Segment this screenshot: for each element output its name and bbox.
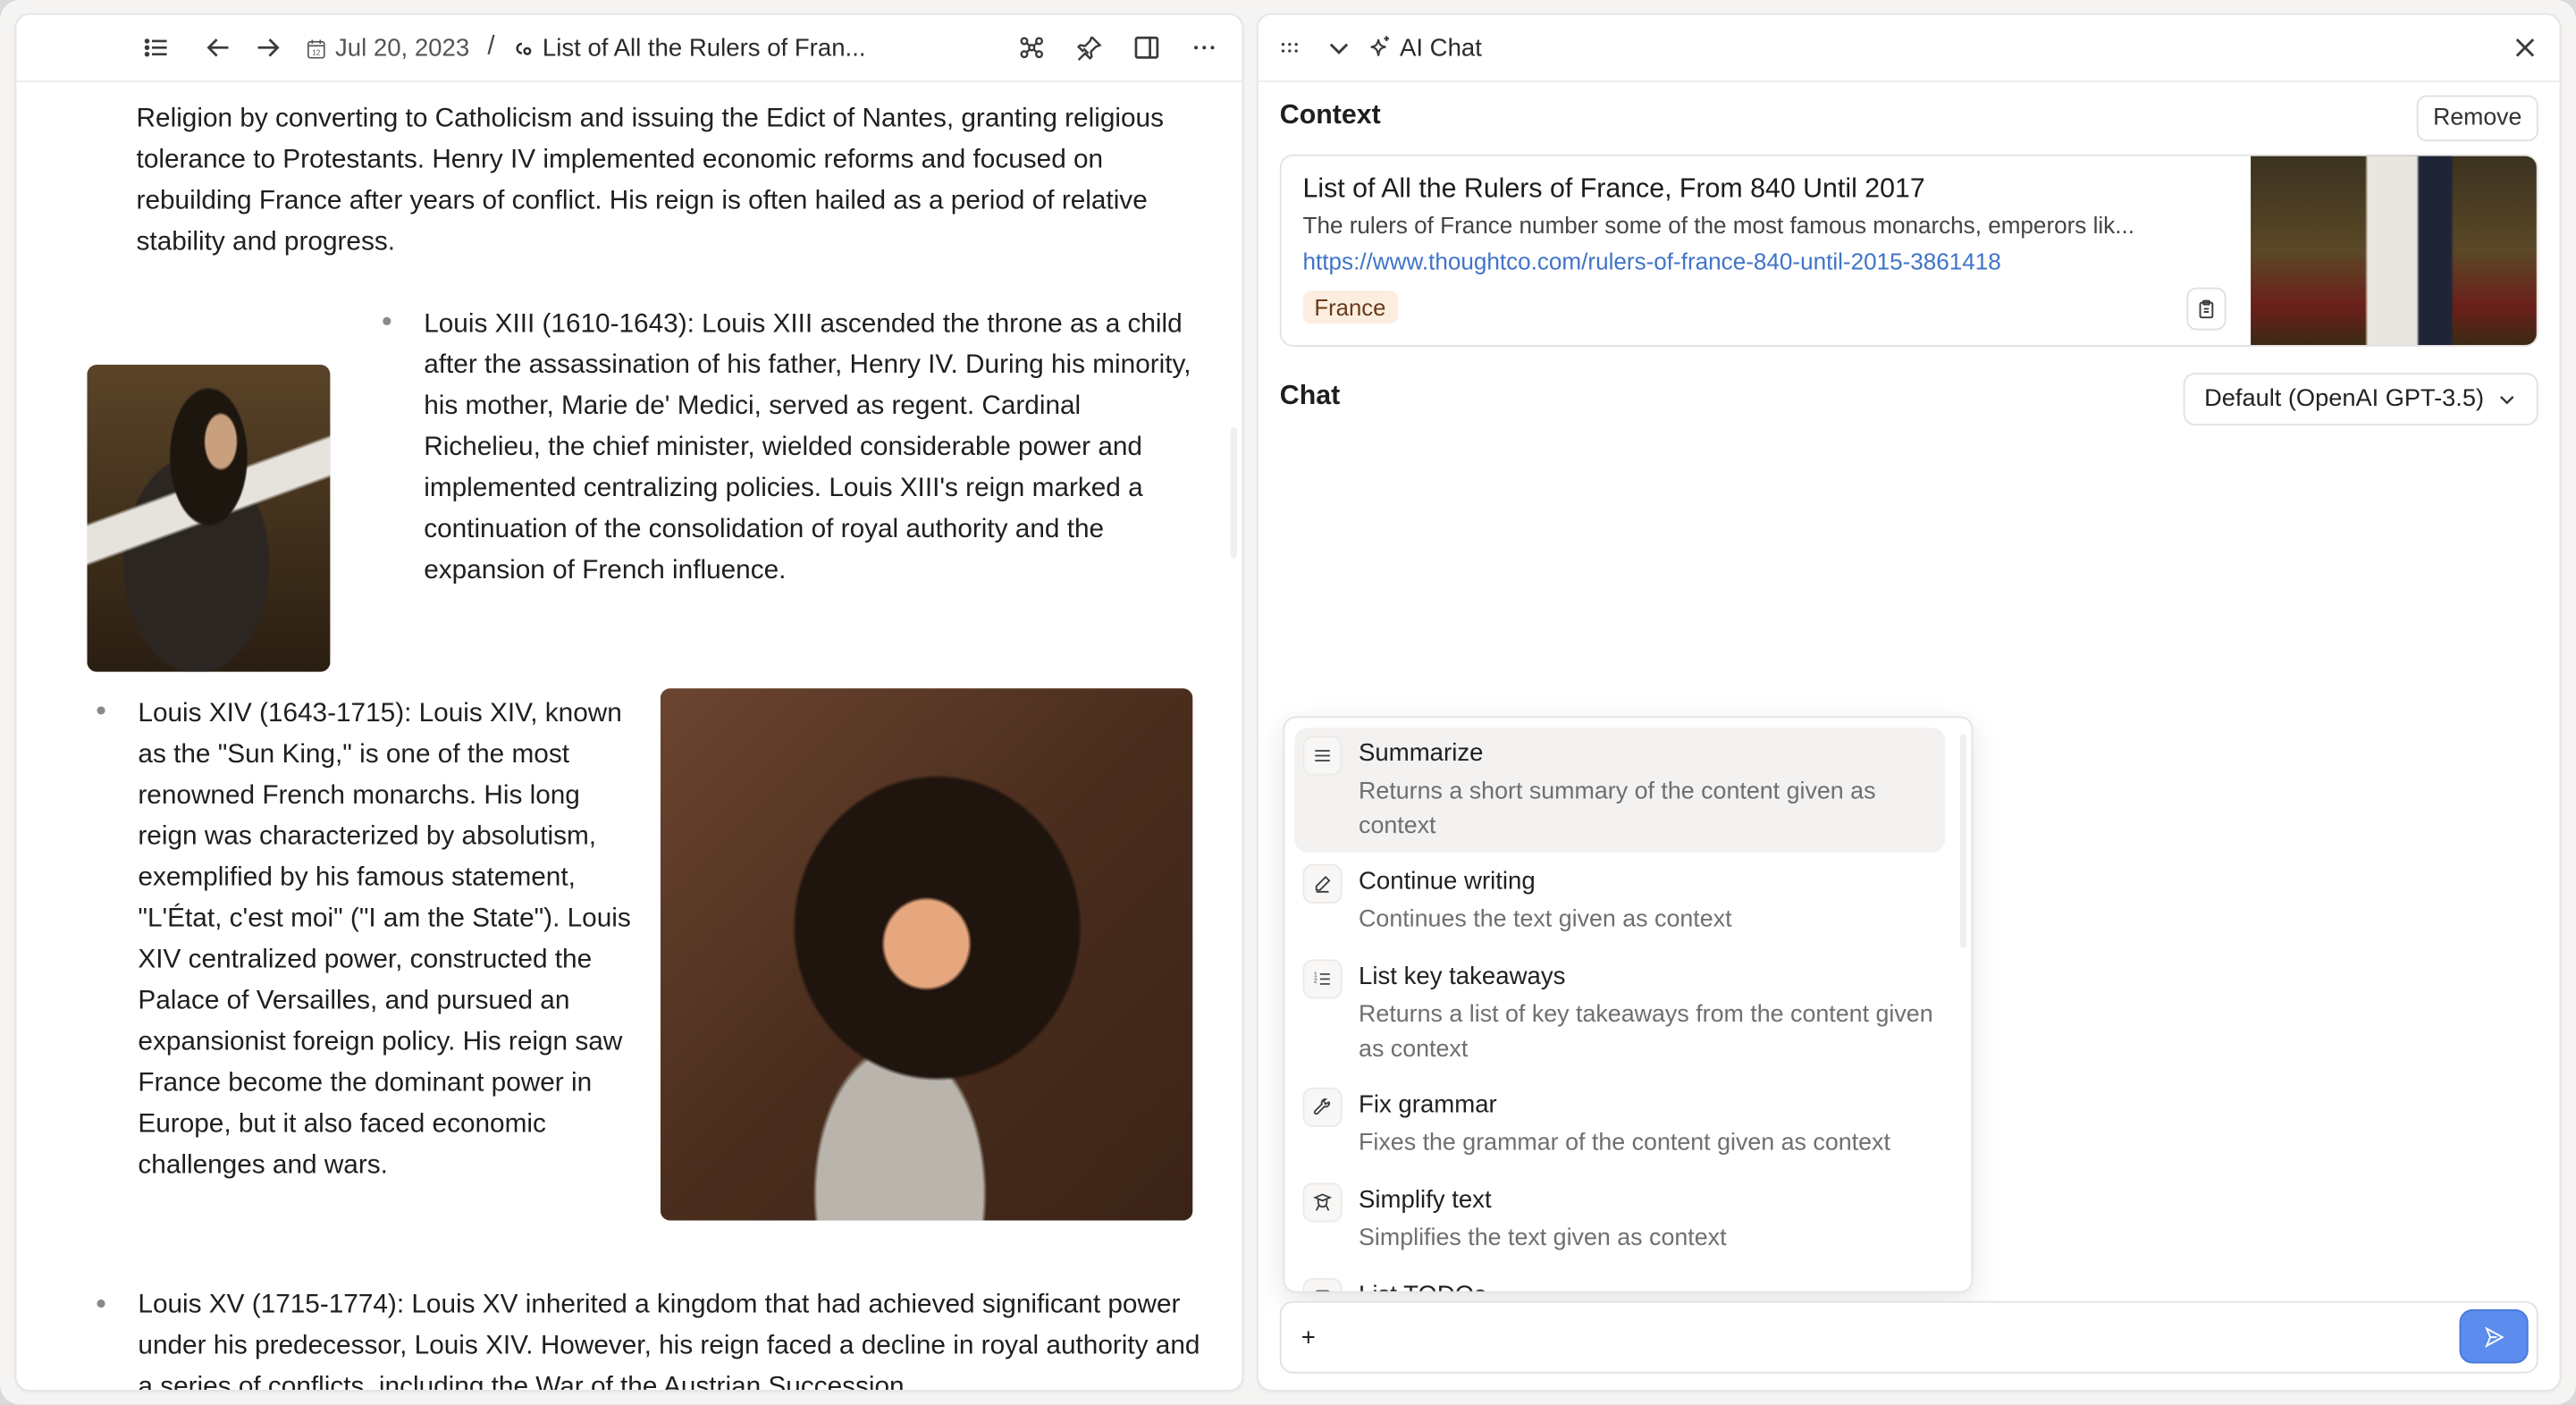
intro-paragraph: Religion by converting to Catholicism an…: [136, 103, 1164, 257]
louis-xiii-portrait: [87, 365, 331, 672]
pin-button[interactable]: [1068, 26, 1111, 69]
document-content: Religion by converting to Catholicism an…: [16, 82, 1242, 1390]
ai-chat-panel: AI Chat Context Remove List of All the R…: [1258, 14, 2560, 1390]
menu-item-fix-grammar[interactable]: Fix grammar Fixes the grammar of the con…: [1294, 1080, 1945, 1165]
lines-icon: [1315, 750, 1330, 761]
link-icon: [516, 41, 532, 55]
context-card-image: [2251, 156, 2537, 345]
clipboard-icon: [2199, 299, 2214, 319]
menu-item-description: Fixes the grammar of the content given a…: [1359, 1130, 1890, 1157]
menu-item-list-key-takeaways[interactable]: 12 List key takeaways Returns a list of …: [1294, 951, 1945, 1069]
document-actions: [1010, 26, 1242, 69]
ai-chat-title: AI Chat: [1367, 34, 1482, 62]
send-icon: [2485, 1325, 2504, 1348]
pin-icon: [1076, 36, 1102, 61]
sparkle-icon: [1370, 36, 1390, 56]
context-card-title: List of All the Rulers of France, From 8…: [1302, 173, 1925, 204]
ai-chat-toolbar: AI Chat: [1258, 15, 2560, 82]
more-icon: [1194, 46, 1215, 50]
sidebar-toggle-button[interactable]: [135, 26, 178, 69]
pencil-icon: [1315, 875, 1331, 893]
remove-context-button[interactable]: Remove: [2416, 95, 2538, 142]
menu-item-description: Simplifies the text given as context: [1359, 1225, 1727, 1252]
student-icon: [1312, 1193, 1333, 1211]
document-scrollbar[interactable]: [1230, 426, 1238, 559]
copy-button[interactable]: [2186, 287, 2227, 331]
menu-item-description: Returns a short summary of the content g…: [1359, 778, 1876, 840]
bullet-icon: [97, 706, 105, 715]
back-button[interactable]: [198, 26, 240, 69]
model-select[interactable]: Default (OpenAI GPT-3.5): [2183, 373, 2538, 426]
forward-button[interactable]: [247, 26, 290, 69]
menu-item-label: Fix grammar: [1359, 1090, 1497, 1119]
drag-handle[interactable]: [1268, 26, 1311, 69]
bullet-icon: [97, 1299, 105, 1308]
chevron-down-icon: [1329, 43, 1349, 55]
arrow-right-icon: [257, 38, 280, 57]
chat-input[interactable]: [1298, 1316, 2422, 1359]
app-window: 12 Jul 20, 2023 / List of All the Rulers…: [0, 0, 2576, 1405]
menu-item-simplify-text[interactable]: Simplify text Simplifies the text given …: [1294, 1174, 1945, 1260]
svg-text:12: 12: [312, 48, 321, 56]
split-view-button[interactable]: [1125, 26, 1168, 69]
menu-item-label: Continue writing: [1359, 867, 1536, 896]
bullet-icon: [383, 316, 391, 325]
menu-item-label: Summarize: [1359, 739, 1484, 768]
svg-text:2: 2: [1314, 979, 1317, 985]
checkbox-icon: [1315, 1290, 1330, 1291]
numbered-list-icon: 12: [1314, 972, 1330, 985]
split-view-icon: [1134, 36, 1159, 59]
menu-item-summarize[interactable]: Summarize Returns a short summary of the…: [1294, 728, 1946, 853]
menu-item-label: Simplify text: [1359, 1186, 1492, 1215]
menu-item-label: List key takeaways: [1359, 963, 1566, 991]
ai-chat-title-text: AI Chat: [1399, 33, 1482, 62]
collapse-button[interactable]: [1317, 26, 1360, 69]
context-card-tag[interactable]: France: [1302, 290, 1398, 324]
context-card[interactable]: List of All the Rulers of France, From 8…: [1279, 154, 2538, 347]
grip-icon: [1281, 42, 1298, 53]
menu-scrollbar[interactable]: [1959, 734, 1967, 948]
menu-item-description: Continues the text given as context: [1359, 906, 1732, 933]
chevron-down-icon: [2500, 396, 2514, 405]
document-toolbar: 12 Jul 20, 2023 / List of All the Rulers…: [16, 15, 1242, 82]
menu-item-label: List TODOs: [1359, 1282, 1486, 1291]
document-panel: 12 Jul 20, 2023 / List of All the Rulers…: [16, 14, 1242, 1390]
list-item: Louis XIV (1643-1715): Louis XIV, known …: [138, 698, 631, 1180]
graph-button[interactable]: [1010, 26, 1053, 69]
menu-item-continue-writing[interactable]: Continue writing Continues the text give…: [1294, 856, 1945, 942]
close-panel-button[interactable]: [2504, 26, 2547, 69]
context-card-url[interactable]: https://www.thoughtco.com/rulers-of-fran…: [1303, 249, 2001, 275]
more-button[interactable]: [1183, 26, 1225, 69]
chat-input-box: [1279, 1300, 2538, 1374]
calendar-icon: 12: [307, 38, 325, 58]
menu-item-list-todos[interactable]: List TODOs: [1294, 1270, 1945, 1291]
graph-icon: [1020, 37, 1044, 59]
list-item: Louis XV (1715-1774): Louis XV inherited…: [138, 1289, 1200, 1390]
breadcrumb-page-title[interactable]: List of All the Rulers of Fran...: [543, 34, 866, 62]
breadcrumb: 12 Jul 20, 2023 / List of All the Rulers…: [306, 33, 866, 63]
breadcrumb-separator: /: [487, 32, 495, 62]
chat-heading: Chat: [1279, 381, 1341, 411]
list-item: Louis XIII (1610-1643): Louis XIII ascen…: [424, 308, 1191, 585]
model-select-value: Default (OpenAI GPT-3.5): [2204, 385, 2485, 413]
context-card-description: The rulers of France number some of the …: [1302, 213, 2134, 240]
command-menu: Summarize Returns a short summary of the…: [1283, 716, 1974, 1293]
send-button[interactable]: [2459, 1308, 2529, 1364]
louis-xiv-portrait: [660, 688, 1193, 1221]
close-icon: [2515, 38, 2535, 57]
wrench-icon: [1313, 1098, 1331, 1115]
arrow-left-icon: [206, 38, 229, 57]
menu-item-description: Returns a list of key takeaways from the…: [1359, 1002, 1933, 1064]
context-heading: Context: [1279, 100, 1381, 130]
list-icon: [144, 38, 167, 57]
breadcrumb-date[interactable]: Jul 20, 2023: [335, 34, 469, 62]
